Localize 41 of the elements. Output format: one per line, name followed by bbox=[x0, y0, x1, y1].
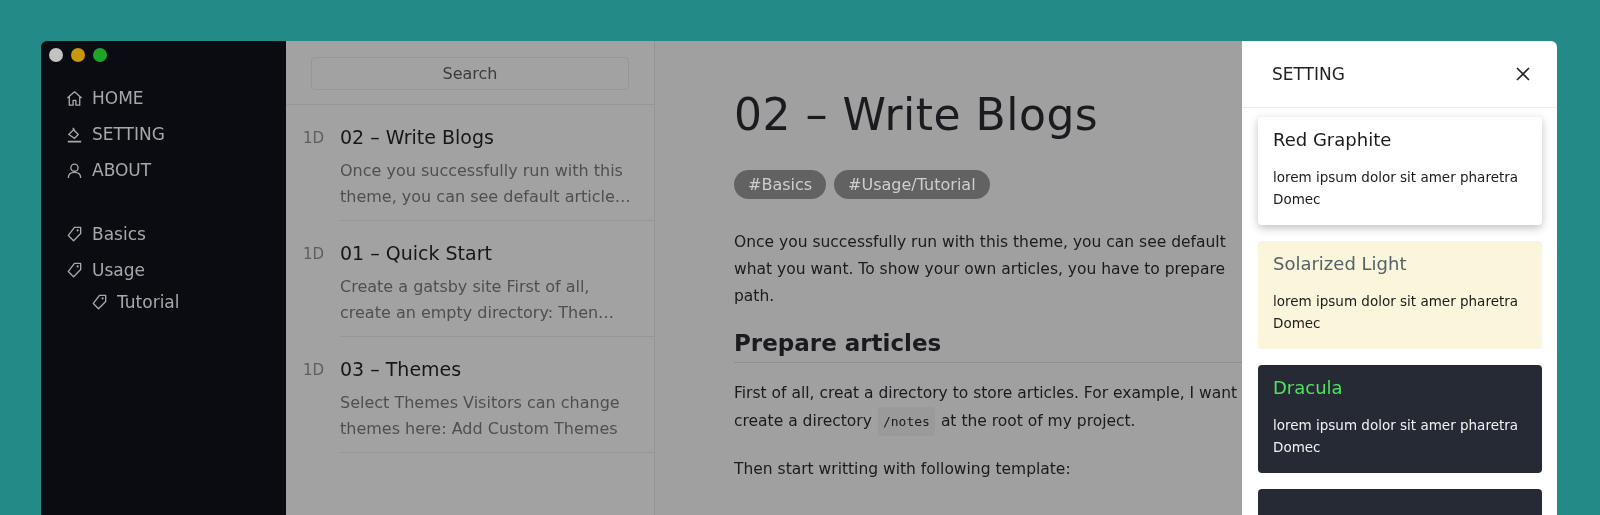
body-text-line: what you want. To show your own articles, you have to prepare bbox=[734, 259, 1226, 280]
body-text: create a directory bbox=[734, 411, 872, 432]
body-text-line: Once you successfully run with this theme, you can see default bbox=[734, 232, 1227, 253]
tag-link[interactable]: Usage bbox=[65, 260, 286, 280]
inline-code: /notes bbox=[877, 407, 935, 436]
age-label: 1D bbox=[303, 244, 326, 265]
nav-link[interactable]: SETTING bbox=[65, 124, 286, 144]
home-icon bbox=[65, 88, 84, 108]
body-text-line: path. bbox=[734, 286, 776, 307]
theme-card[interactable]: Red Graphite lorem ipsum dolor sit amer pharetra Domec bbox=[1258, 117, 1542, 225]
nav-link[interactable]: HOME bbox=[65, 88, 286, 108]
close-window-dot[interactable] bbox=[49, 48, 63, 62]
theme-card[interactable]: Solarized Light lorem ipsum dolor sit amer pharetra Domec bbox=[1258, 241, 1542, 349]
panel-title: SETTING bbox=[1272, 64, 1345, 84]
theme-card[interactable]: Dracula lorem ipsum dolor sit amer pharetra Domec bbox=[1258, 365, 1542, 473]
user-icon bbox=[65, 160, 84, 180]
article-title-link[interactable]: 02 – Write Blogs bbox=[340, 126, 654, 148]
article-title-link[interactable]: 03 – Themes bbox=[340, 358, 654, 380]
tag-icon bbox=[65, 260, 84, 280]
maximize-window-dot[interactable] bbox=[93, 48, 107, 62]
tag-icon bbox=[65, 224, 84, 244]
body-text: at the root of my project. bbox=[940, 411, 1136, 432]
age-label: 1D bbox=[303, 360, 326, 381]
article-summary: Create a gatsby site First of all, create an empty directory: Then… bbox=[340, 276, 616, 324]
tag-link[interactable]: Basics bbox=[65, 224, 286, 244]
tag-chip[interactable]: #Basics bbox=[734, 170, 827, 199]
tag-chip[interactable]: #Usage/Tutorial bbox=[834, 170, 990, 199]
minimize-window-dot[interactable] bbox=[71, 48, 85, 62]
body-text-line: Then start writting with following template: bbox=[734, 459, 1072, 480]
age-label: 1D bbox=[303, 128, 326, 149]
article-title-link[interactable]: 01 – Quick Start bbox=[340, 242, 654, 264]
section-heading: Prepare articles bbox=[734, 330, 1242, 363]
search-field[interactable]: Search bbox=[311, 57, 629, 90]
close-icon bbox=[1515, 66, 1531, 82]
tag-link[interactable]: Tutorial bbox=[65, 292, 286, 312]
nav-link[interactable]: ABOUT bbox=[65, 160, 286, 180]
article-summary: Select Themes Visitors can change themes here: Add Custom Themes bbox=[340, 392, 621, 440]
tag-icon bbox=[90, 292, 109, 312]
body-text-line: First of all, creat a directory to store articles. For example, I want bbox=[734, 383, 1239, 404]
article-title: 02 – Write Blogs bbox=[734, 89, 1100, 140]
article-summary: Once you successfully run with this theme, you can see default article… bbox=[340, 160, 632, 208]
